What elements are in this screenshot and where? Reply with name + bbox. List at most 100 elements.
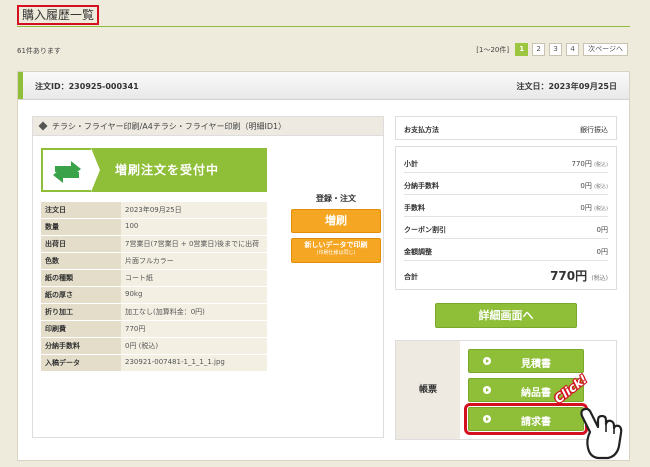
spec-label: 入稿データ	[41, 354, 121, 372]
delivery-note-label: 納品書	[521, 388, 551, 399]
spec-label: 色数	[41, 252, 121, 270]
table-row: 入稿データ 230921-007481-1_1_1_1.jpg	[41, 354, 267, 372]
spec-value: 100	[121, 218, 267, 236]
adjust-row: 金額調整 0円	[404, 239, 608, 261]
table-row: 注文日 2023年09月25日	[41, 202, 267, 219]
spec-table: 注文日 2023年09月25日 数量 100 出荷日 7営業日(7営業日 + 0営業日…	[41, 202, 267, 372]
total-row: 合計 770円 (税込)	[404, 264, 608, 286]
tax-note: (税込)	[594, 206, 608, 212]
reprint-button[interactable]: 増刷	[291, 209, 381, 233]
invoice-button[interactable]: 請求書	[464, 403, 588, 435]
adjust-value: 0円	[596, 248, 608, 256]
subtotal-value: 770円 (税込)	[571, 159, 608, 169]
item-panel: チラシ・フライヤー印刷/A4チラシ・フライヤー印刷（明細ID1） 増刷注文を受付…	[32, 116, 384, 438]
spec-label: 折り加工	[41, 303, 121, 321]
subtotal-amount: 770円	[571, 160, 592, 168]
box-icon	[38, 121, 48, 131]
tax-note: (税込)	[594, 184, 608, 190]
split-fee-row: 分納手数料 0円 (税込)	[404, 173, 608, 195]
spec-value: 片面フルカラー	[121, 252, 267, 270]
payment-method-box: お支払方法 銀行振込	[395, 116, 617, 140]
spec-label: 数量	[41, 218, 121, 236]
spec-value: 2023年09月25日	[121, 202, 267, 219]
price-summary: 小計 770円 (税込) 分納手数料 0円 (税込) 手数料 0円 (税込) ク…	[395, 146, 617, 290]
table-row: 折り加工 加工なし(加算料金：0円)	[41, 303, 267, 321]
result-count: 61件あります	[17, 47, 61, 55]
new-data-print-label: 新しいデータで印刷	[304, 241, 368, 249]
fee-row: 手数料 0円 (税込)	[404, 195, 608, 217]
total-label: 合計	[404, 273, 418, 281]
page-3-button[interactable]: 3	[549, 43, 563, 56]
fee-amount: 0円	[580, 204, 592, 212]
spec-label: 紙の厚さ	[41, 286, 121, 304]
pagination-range: [1～20件]	[476, 45, 510, 54]
play-icon	[483, 386, 491, 394]
spec-value: 90kg	[121, 286, 267, 304]
table-row: 紙の種類 コート紙	[41, 269, 267, 287]
coupon-row: クーポン割引 0円	[404, 217, 608, 239]
spec-value: 加工なし(加算料金：0円)	[121, 303, 267, 321]
detail-button[interactable]: 詳細画面へ	[435, 303, 577, 328]
estimate-button[interactable]: 見積書	[468, 349, 584, 373]
play-icon	[483, 357, 491, 365]
spec-value: 770円	[121, 320, 267, 338]
total-value: 770円 (税込)	[550, 267, 608, 284]
table-row: 紙の厚さ 90kg	[41, 286, 267, 304]
fee-label: 手数料	[404, 204, 425, 212]
coupon-label: クーポン割引	[404, 226, 446, 234]
play-icon	[483, 415, 491, 423]
page-title: 購入履歴一覧	[17, 5, 100, 25]
payment-method-value: 銀行振込	[580, 126, 608, 134]
total-amount: 770円	[550, 269, 588, 283]
new-data-print-note: (印刷仕様は同じ)	[316, 250, 356, 256]
spec-value: 230921-007481-1_1_1_1.jpg	[121, 354, 267, 372]
subtotal-label: 小計	[404, 160, 418, 168]
fee-value: 0円 (税込)	[580, 203, 608, 213]
order-id: 注文ID：230925-000341	[35, 82, 139, 91]
spec-label: 分納手数料	[41, 337, 121, 355]
split-fee-value: 0円 (税込)	[580, 181, 608, 191]
table-row: 色数 片面フルカラー	[41, 252, 267, 270]
tax-note: (税込)	[594, 162, 608, 168]
pointing-hand-icon	[580, 407, 623, 460]
spec-label: 印刷費	[41, 320, 121, 338]
table-row: 分納手数料 0円 (税込)	[41, 337, 267, 355]
spec-label: 紙の種類	[41, 269, 121, 287]
item-header: チラシ・フライヤー印刷/A4チラシ・フライヤー印刷（明細ID1）	[33, 117, 383, 136]
split-fee-amount: 0円	[580, 182, 592, 190]
payment-method-label: お支払方法	[404, 126, 439, 134]
banner-arrow-tip	[91, 148, 100, 192]
page-1-button[interactable]: 1	[515, 43, 529, 56]
table-row: 数量 100	[41, 218, 267, 236]
refresh-arrows-icon	[41, 148, 93, 192]
spec-value: 7営業日(7営業日 + 0営業日)後までに出荷	[121, 235, 267, 253]
spec-label: 出荷日	[41, 235, 121, 253]
estimate-label: 見積書	[521, 359, 551, 370]
spec-value: コート紙	[121, 269, 267, 287]
adjust-label: 金額調整	[404, 248, 432, 256]
order-date: 注文日：2023年09月25日	[516, 82, 617, 91]
next-page-button[interactable]: 次ページへ	[583, 43, 628, 56]
subtotal-row: 小計 770円 (税込)	[404, 151, 608, 173]
title-divider	[17, 26, 630, 27]
order-card-header: 注文ID：230925-000341 注文日：2023年09月25日	[18, 72, 629, 100]
item-title: チラシ・フライヤー印刷/A4チラシ・フライヤー印刷（明細ID1）	[52, 121, 287, 131]
page-4-button[interactable]: 4	[566, 43, 580, 56]
header-accent	[18, 72, 23, 99]
table-row: 出荷日 7営業日(7営業日 + 0営業日)後までに出荷	[41, 235, 267, 253]
pagination: [1～20件] 1 2 3 4 次ページへ	[476, 43, 628, 56]
reprint-banner: 増刷注文を受付中	[41, 148, 267, 192]
table-row: 印刷費 770円	[41, 320, 267, 338]
register-order-title: 登録・注文	[316, 194, 356, 203]
coupon-value: 0円	[596, 226, 608, 234]
banner-label: 増刷注文を受付中	[115, 163, 220, 177]
documents-label: 帳票	[396, 341, 460, 439]
split-fee-label: 分納手数料	[404, 182, 439, 190]
page-2-button[interactable]: 2	[532, 43, 546, 56]
new-data-print-button[interactable]: 新しいデータで印刷 (印刷仕様は同じ)	[291, 238, 381, 263]
order-card: 注文ID：230925-000341 注文日：2023年09月25日 チラシ・フ…	[17, 71, 630, 461]
spec-label: 注文日	[41, 202, 121, 219]
spec-value: 0円 (税込)	[121, 337, 267, 355]
invoice-label: 請求書	[521, 417, 551, 428]
tax-note: (税込)	[591, 275, 608, 282]
